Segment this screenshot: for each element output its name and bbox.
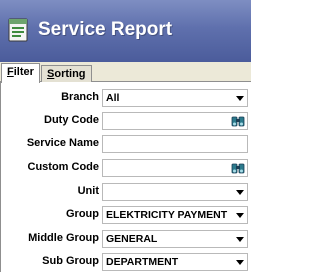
window-title: Service Report [38,19,173,40]
group-label: Group [66,208,99,220]
custom-code-input[interactable] [103,160,229,176]
sub-group-row: Sub Group DEPARTMENT [1,253,252,271]
sub-group-value: DEPARTMENT [106,256,179,268]
branch-label: Branch [61,91,99,103]
service-name-label: Service Name [26,137,99,149]
tab-filter[interactable]: Filter [1,63,40,83]
branch-value: All [106,92,120,104]
chevron-down-icon[interactable] [236,237,244,242]
custom-code-field[interactable] [102,159,248,177]
duty-code-row: Duty Code [1,112,252,130]
middle-group-row: Middle Group GENERAL [1,230,252,248]
title-bar: Service Report [0,0,251,62]
chevron-down-icon[interactable] [236,213,244,218]
service-name-row: Service Name [1,135,252,153]
branch-row: Branch All [1,89,252,107]
duty-code-label: Duty Code [44,114,99,126]
duty-code-input[interactable] [103,113,229,129]
binoculars-icon[interactable] [231,161,245,175]
chevron-down-icon[interactable] [236,260,244,265]
report-icon [8,18,28,42]
sub-group-select[interactable]: DEPARTMENT [102,253,248,271]
chevron-down-icon[interactable] [236,190,244,195]
branch-select[interactable]: All [102,89,248,107]
tab-sorting[interactable]: Sorting [41,65,92,82]
custom-code-label: Custom Code [27,161,100,173]
group-row: Group ELEKTRICITY PAYMENT [1,206,252,224]
group-value: ELEKTRICITY PAYMENT [106,209,228,221]
tab-strip: Filter Sorting [0,62,251,83]
group-select[interactable]: ELEKTRICITY PAYMENT [102,206,248,224]
filter-panel: Branch All Duty Code Service Name Custom… [0,82,251,272]
service-name-field[interactable] [102,135,248,153]
middle-group-select[interactable]: GENERAL [102,230,248,248]
custom-code-row: Custom Code [1,159,252,177]
unit-row: Unit [1,183,252,201]
chevron-down-icon[interactable] [236,96,244,101]
duty-code-field[interactable] [102,112,248,130]
middle-group-value: GENERAL [106,233,158,245]
unit-select[interactable] [102,183,248,201]
service-name-input[interactable] [103,136,229,152]
middle-group-label: Middle Group [28,232,99,244]
binoculars-icon[interactable] [231,114,245,128]
unit-label: Unit [77,185,99,197]
sub-group-label: Sub Group [42,255,99,267]
